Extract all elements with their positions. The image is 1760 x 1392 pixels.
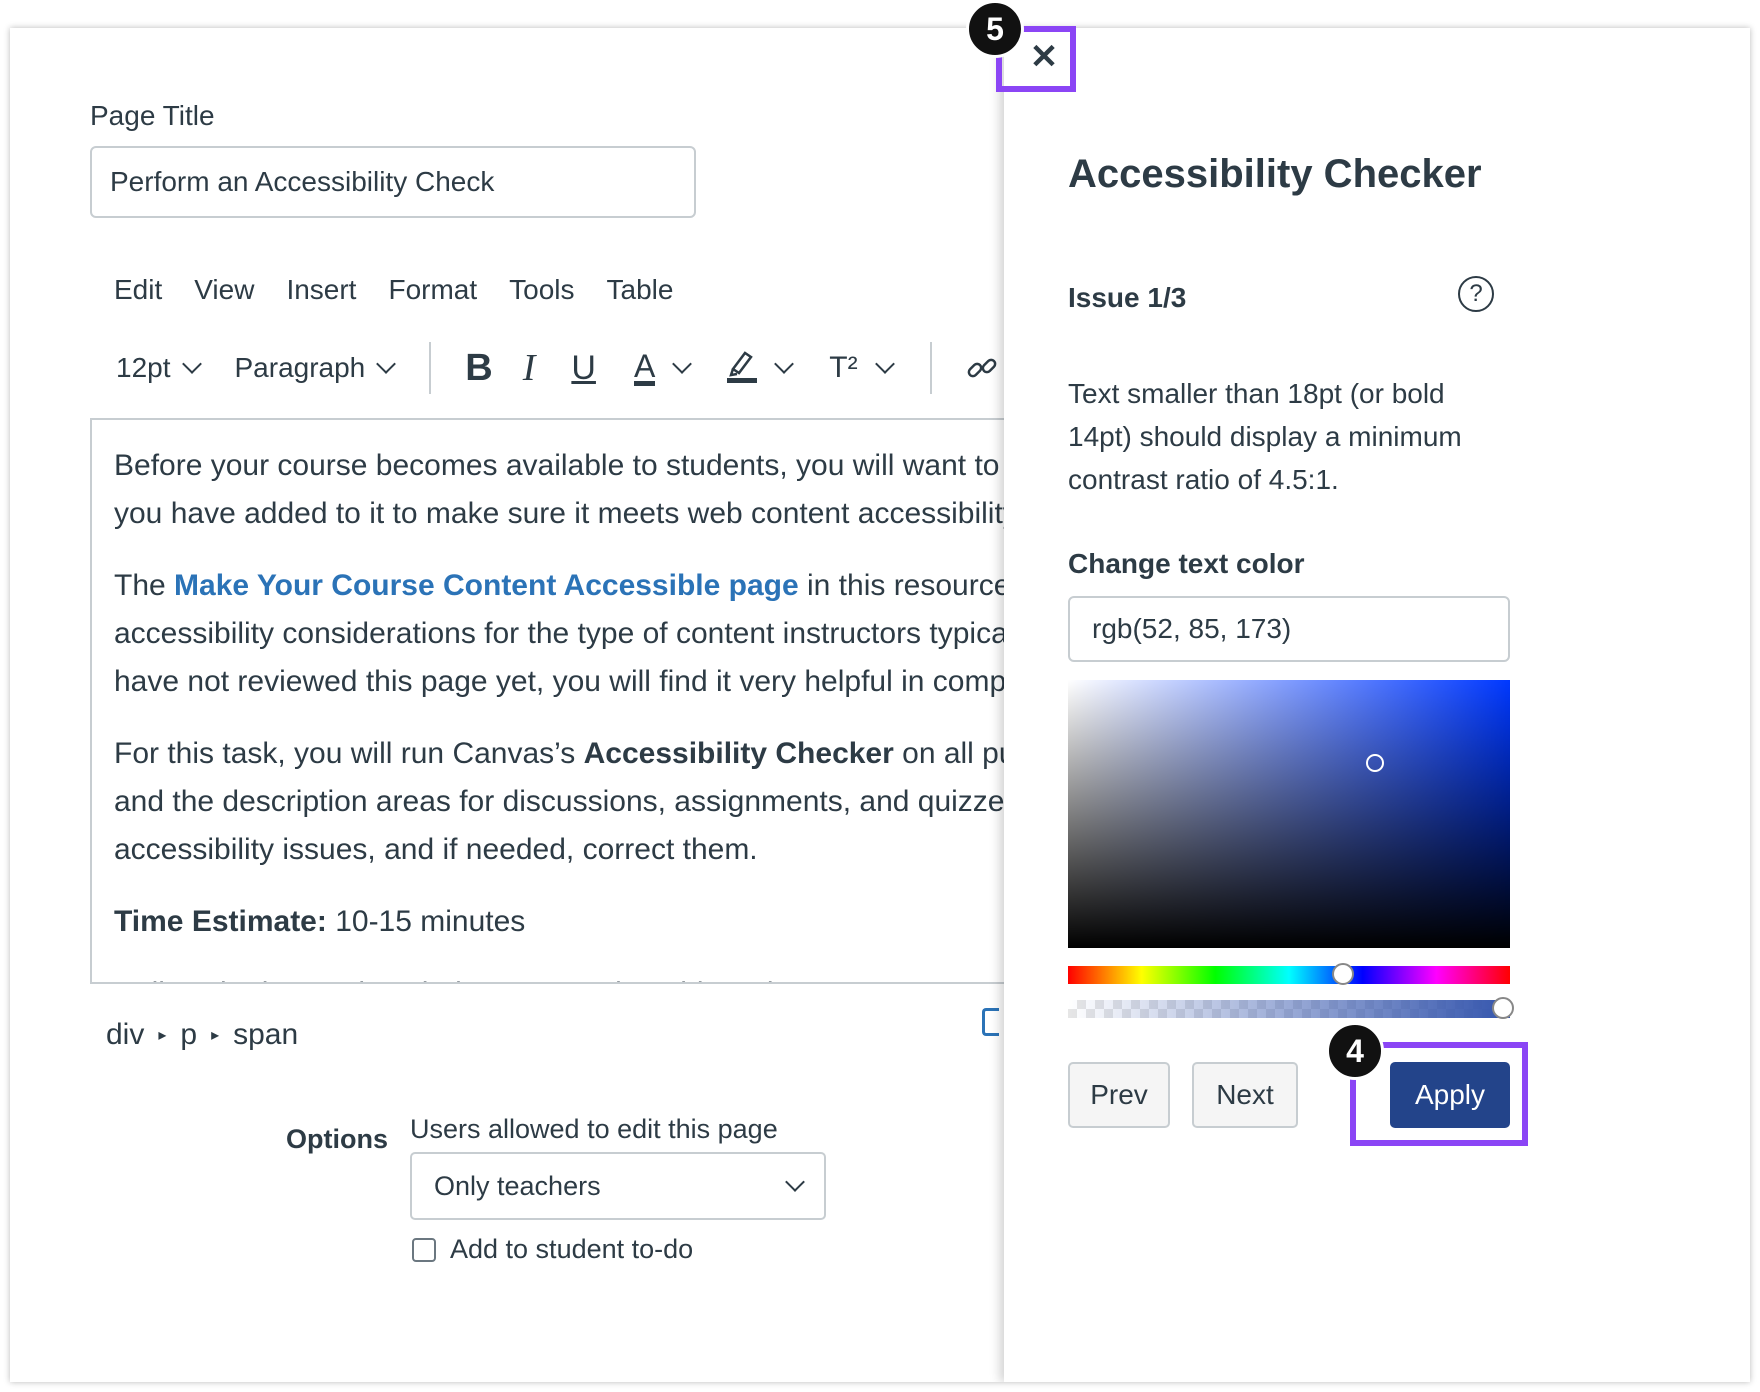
highlight-color-button[interactable] xyxy=(727,347,795,390)
change-text-color-label: Change text color xyxy=(1068,548,1305,579)
superscript-icon: T² xyxy=(829,351,858,384)
breadcrumb-separator-icon: ▸ xyxy=(211,1027,220,1044)
chevron-down-icon xyxy=(785,1172,805,1192)
text-line: Before your course becomes available to … xyxy=(114,449,1042,482)
edit-permission-label: Users allowed to edit this page xyxy=(410,1114,778,1144)
breadcrumb-span[interactable]: span xyxy=(233,1018,298,1052)
text-line: and the description areas for discussion… xyxy=(114,785,1052,818)
text-run: The xyxy=(114,569,175,602)
highlighter-icon xyxy=(727,347,758,390)
edit-permission-select[interactable]: Only teachers xyxy=(410,1152,826,1220)
editor-menubar: Edit View Insert Format Tools Table xyxy=(114,274,673,306)
hue-slider[interactable] xyxy=(1068,963,1510,985)
app-frame: Page Title Perform an Accessibility Chec… xyxy=(10,28,1750,1382)
help-icon[interactable]: ? xyxy=(1458,276,1494,312)
edit-permission-value: Only teachers xyxy=(434,1170,601,1201)
page-title-input[interactable]: Perform an Accessibility Check xyxy=(90,146,696,218)
block-format-value: Paragraph xyxy=(234,352,366,383)
superscript-button[interactable]: T² xyxy=(829,351,895,385)
step-4-badge: 4 xyxy=(1326,1022,1384,1080)
time-estimate-value: 10-15 minutes xyxy=(326,905,526,938)
alpha-slider[interactable] xyxy=(1068,997,1514,1019)
text-color-button[interactable]: A xyxy=(633,347,693,386)
menu-table[interactable]: Table xyxy=(607,274,674,306)
options-label: Options xyxy=(286,1124,388,1154)
font-size-dropdown[interactable]: 12pt xyxy=(116,352,202,384)
menu-insert[interactable]: Insert xyxy=(286,274,356,306)
text-line: have not reviewed this page yet, you wil… xyxy=(114,665,1045,698)
page-title-label: Page Title xyxy=(90,100,215,131)
menu-view[interactable]: View xyxy=(194,274,254,306)
block-format-dropdown[interactable]: Paragraph xyxy=(234,352,397,384)
accessibility-checker-icon[interactable] xyxy=(982,1008,999,1036)
editor-toolbar: 12pt Paragraph B I U A T² xyxy=(116,338,1028,398)
time-estimate-label: Time Estimate: xyxy=(114,905,327,938)
breadcrumb-div[interactable]: div xyxy=(106,1018,144,1052)
bold-button[interactable]: B xyxy=(465,347,492,390)
breadcrumb-p[interactable]: p xyxy=(180,1018,197,1052)
next-button[interactable]: Next xyxy=(1192,1062,1298,1128)
link-button[interactable] xyxy=(966,352,998,384)
chevron-down-icon xyxy=(376,354,397,374)
prev-button[interactable]: Prev xyxy=(1068,1062,1170,1128)
text-line: you have added to it to make sure it mee… xyxy=(114,497,1043,530)
link-icon xyxy=(967,358,996,378)
italic-button[interactable]: I xyxy=(523,346,536,390)
menu-format[interactable]: Format xyxy=(388,274,477,306)
issue-description: Text smaller than 18pt (or bold 14pt) sh… xyxy=(1068,378,1462,495)
hue-slider-handle[interactable] xyxy=(1332,963,1354,985)
bold-text: Accessibility Checker xyxy=(583,737,894,770)
chevron-down-icon xyxy=(181,354,202,374)
font-size-value: 12pt xyxy=(116,352,171,383)
color-saturation-picker[interactable] xyxy=(1068,680,1510,948)
text-color-icon: A xyxy=(633,347,656,386)
step-5-badge: 5 xyxy=(966,0,1024,58)
page-editor: Page Title Perform an Accessibility Chec… xyxy=(10,28,1190,1382)
text-run: For this task, you will run Canvas’s xyxy=(114,737,584,770)
chevron-down-icon xyxy=(774,354,795,374)
toolbar-divider xyxy=(929,342,932,394)
color-value-input[interactable]: rgb(52, 85, 173) xyxy=(1068,596,1510,662)
alpha-slider-handle[interactable] xyxy=(1492,997,1514,1019)
breadcrumb-separator-icon: ▸ xyxy=(158,1027,167,1044)
underline-button[interactable]: U xyxy=(571,349,596,388)
accessible-content-link[interactable]: Make Your Course Content Accessible page xyxy=(174,569,799,602)
menu-edit[interactable]: Edit xyxy=(114,274,162,306)
text-line: accessibility considerations for the typ… xyxy=(114,617,1037,650)
issue-counter: Issue 1/3 xyxy=(1068,282,1187,313)
panel-title: Accessibility Checker xyxy=(1068,152,1482,196)
chevron-down-icon xyxy=(672,354,693,374)
accessibility-checker-panel: ✕ Accessibility Checker Issue 1/3 ? Text… xyxy=(1004,28,1750,1382)
element-path-breadcrumb: div ▸ p ▸ span xyxy=(106,1018,298,1052)
student-todo-checkbox[interactable] xyxy=(412,1237,436,1262)
text-line: accessibility issues, and if needed, cor… xyxy=(114,833,758,866)
saturation-handle[interactable] xyxy=(1366,754,1384,772)
chevron-down-icon xyxy=(874,354,895,374)
student-todo-label: Add to student to-do xyxy=(450,1234,694,1264)
student-todo-option[interactable]: Add to student to-do xyxy=(412,1234,693,1265)
menu-tools[interactable]: Tools xyxy=(509,274,574,306)
toolbar-divider xyxy=(429,342,432,394)
